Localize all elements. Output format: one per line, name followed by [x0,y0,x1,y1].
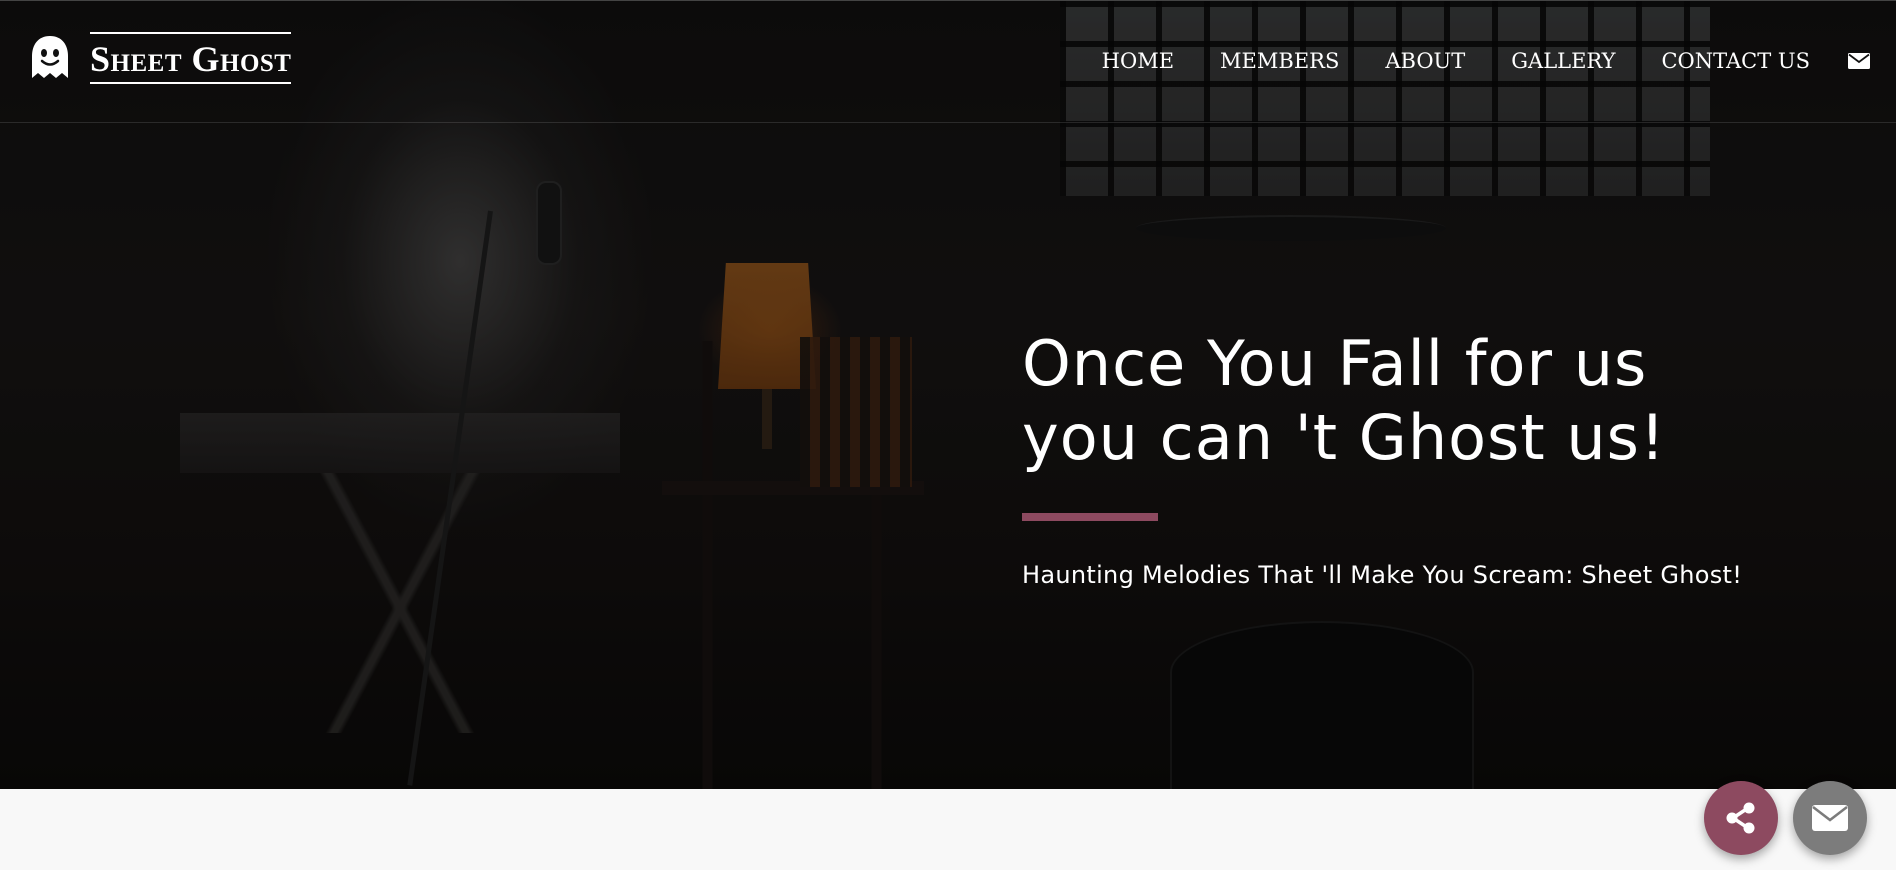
share-icon [1726,802,1755,834]
nav-contact-us[interactable]: CONTACT US [1661,48,1810,74]
hero-title: Once You Fall for us you can 't Ghost us… [1022,327,1802,475]
nav-gallery[interactable]: GALLERY [1511,48,1615,74]
brand-name: Sheet Ghost [90,32,292,84]
hero-subtitle: Haunting Melodies That 'll Make You Scre… [1022,561,1743,589]
share-button[interactable] [1704,781,1778,855]
hero-title-line2: you can 't Ghost us! [1022,401,1666,474]
nav-about[interactable]: ABOUT [1385,48,1465,74]
nav-home[interactable]: HOME [1102,48,1174,74]
brand-logo[interactable]: Sheet Ghost [28,32,292,84]
contact-mail-button[interactable] [1793,781,1867,855]
hero-content: Once You Fall for us you can 't Ghost us… [1022,327,1802,589]
hero-title-line1: Once You Fall for us [1022,327,1648,400]
site-header: Sheet Ghost HOME MEMBERS ABOUT GALLERY C… [0,0,1896,123]
hero-accent-bar [1022,513,1158,521]
main-nav: HOME MEMBERS ABOUT GALLERY CONTACT US [1056,48,1870,74]
envelope-icon[interactable] [1848,53,1870,69]
nav-members[interactable]: MEMBERS [1220,48,1339,74]
envelope-icon [1812,805,1848,831]
ghost-icon [32,36,68,78]
